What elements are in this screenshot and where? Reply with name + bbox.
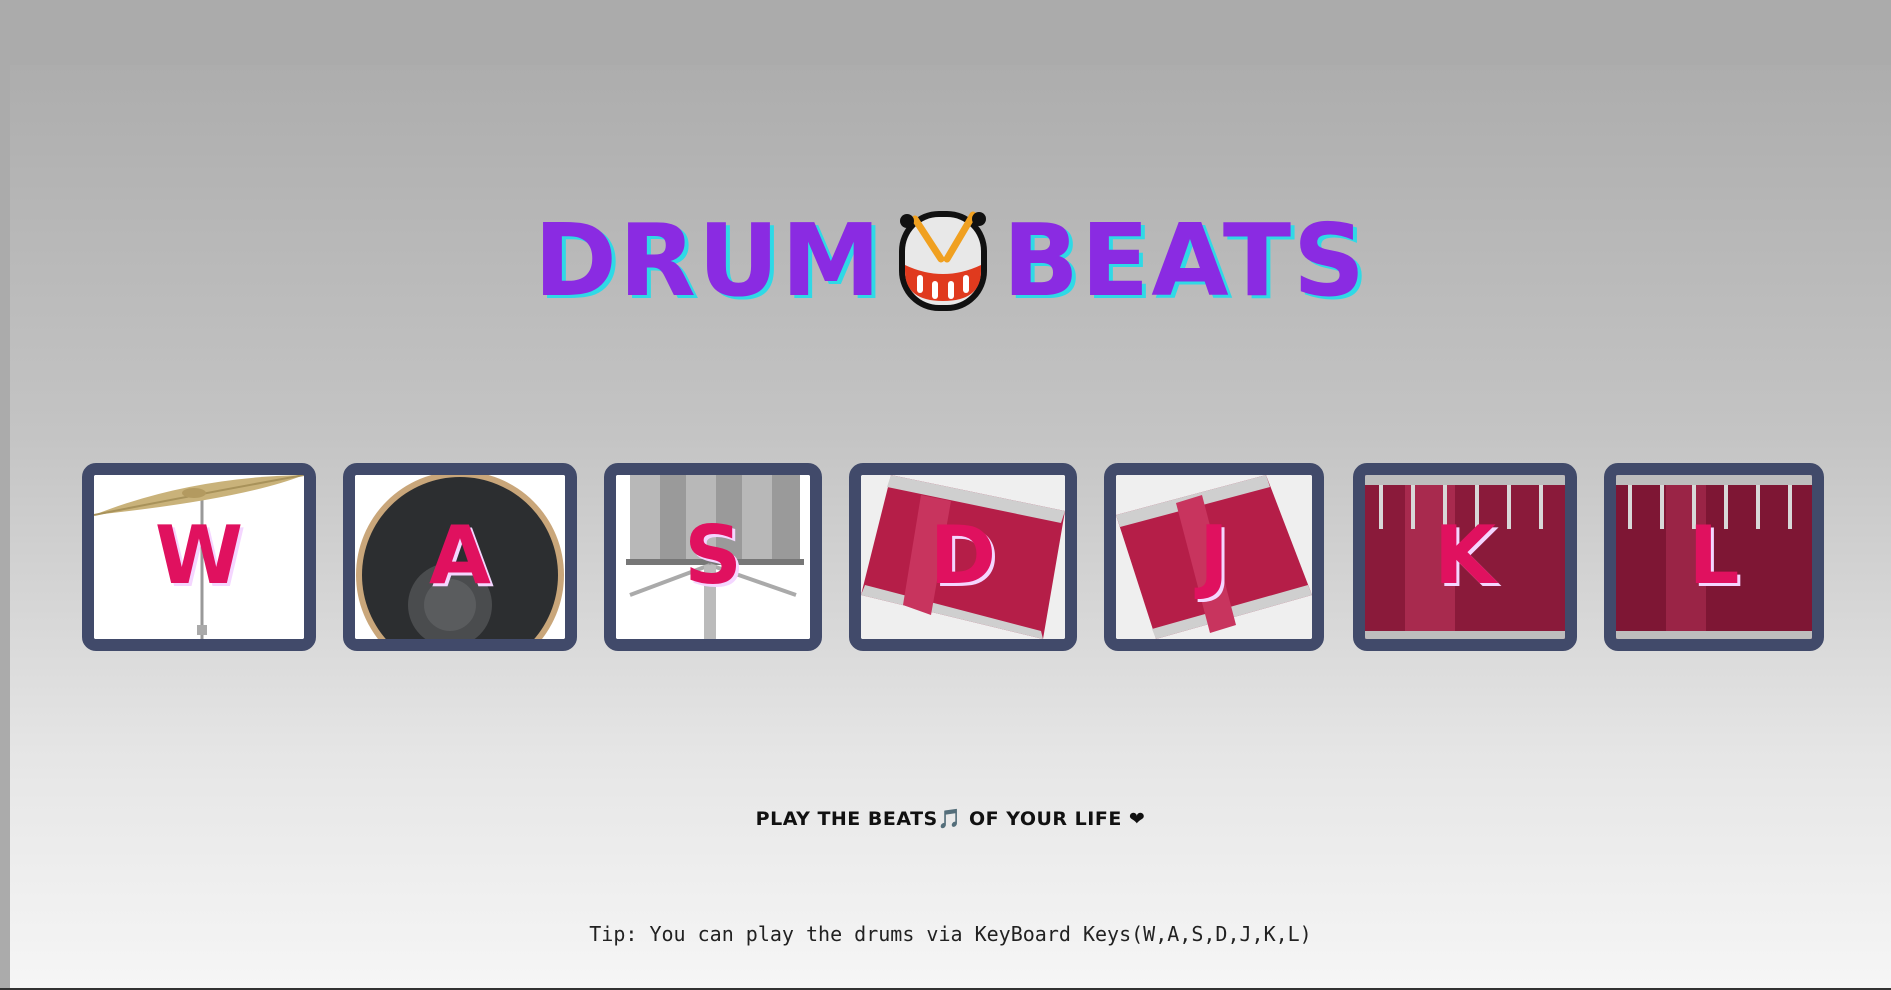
drum-pad-a[interactable]: A xyxy=(343,463,577,651)
key-label-w: W xyxy=(154,509,244,602)
title-word-beats: BEATS xyxy=(1002,202,1368,319)
tagline: PLAY THE BEATS🎵 OF YOUR LIFE ❤ xyxy=(755,808,1146,830)
page-body: DRUM BEATS W A S D J K L PLAY THE BEATS🎵… xyxy=(10,65,1891,990)
app-title: DRUM BEATS xyxy=(10,202,1891,319)
drum-pad-w[interactable]: W xyxy=(82,463,316,651)
drum-pad-s[interactable]: S xyxy=(604,463,822,651)
title-word-drum: DRUM xyxy=(533,202,883,319)
drum-pad-d[interactable]: D xyxy=(849,463,1077,651)
key-label-s: S xyxy=(684,509,742,602)
drum-set: W A S D J K L xyxy=(10,463,1891,653)
key-label-d: D xyxy=(929,509,997,602)
drum-pad-j[interactable]: J xyxy=(1104,463,1324,651)
key-label-l: L xyxy=(1688,509,1740,602)
key-label-k: K xyxy=(1434,509,1496,602)
drum-pad-l[interactable]: L xyxy=(1604,463,1824,651)
key-label-a: A xyxy=(429,509,491,602)
keyboard-tip: Tip: You can play the drums via KeyBoard… xyxy=(589,922,1312,946)
drum-pad-k[interactable]: K xyxy=(1353,463,1577,651)
drum-emoji-icon xyxy=(898,210,987,311)
key-label-j: J xyxy=(1199,509,1229,602)
